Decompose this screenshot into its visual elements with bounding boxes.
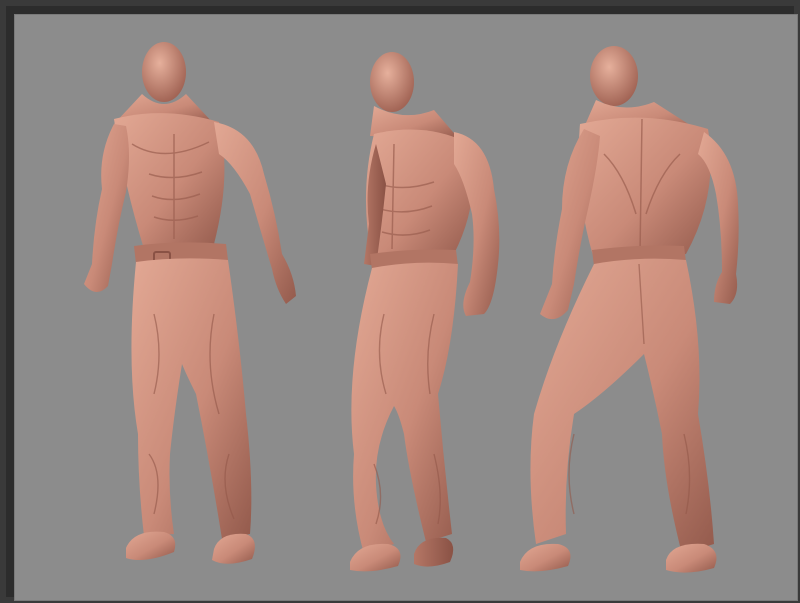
back-head [590,46,638,106]
front-pants [131,258,252,539]
front-torso [114,113,225,249]
front-head [142,42,186,102]
front-shoe-right [212,533,255,564]
image-frame [0,0,800,603]
front-shoe-left [126,531,176,560]
three-quarter-shoe-back [414,537,454,567]
back-shoe-left [520,543,571,572]
render-viewport [14,14,798,601]
three-quarter-pants [351,262,458,554]
three-quarter-shoe-front [350,543,401,572]
sculpt-render [84,42,739,573]
three-quarter-head [370,52,414,112]
back-shoe-right [666,543,717,573]
figure-front-view [84,42,296,564]
back-arm-right [698,132,739,304]
figure-back-view [520,46,739,573]
figure-three-quarter-view [350,52,500,572]
front-arm-left [84,124,129,293]
